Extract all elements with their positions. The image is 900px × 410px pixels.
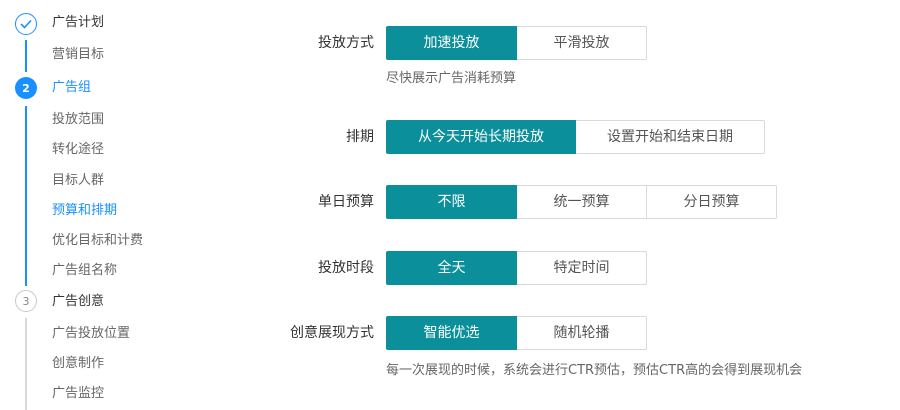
specific-time-button[interactable]: 特定时间	[516, 251, 647, 285]
random-rotation-button[interactable]: 随机轮播	[516, 316, 647, 350]
time-slot-toggle: 全天 特定时间	[386, 251, 647, 285]
creative-display-label: 创意展现方式	[290, 325, 374, 341]
creative-display-hint: 每一次展现的时候，系统会进行CTR预估，预估CTR高的会得到展现机会	[386, 363, 803, 378]
delivery-method-toggle: 加速投放 平滑投放	[386, 26, 647, 60]
nav-item-optimization-billing[interactable]: 优化目标和计费	[52, 233, 143, 249]
nav-item-conversion-path[interactable]: 转化途径	[52, 142, 104, 158]
daily-budget-toggle: 不限 统一预算 分日预算	[386, 185, 777, 219]
nav-item-placement[interactable]: 广告投放位置	[52, 326, 130, 342]
nav-item-marketing-goal[interactable]: 营销目标	[52, 47, 104, 63]
step-connector	[25, 318, 27, 410]
step-2-indicator: 2	[15, 77, 37, 99]
nav-item-delivery-scope[interactable]: 投放范围	[52, 112, 104, 128]
smooth-delivery-button[interactable]: 平滑投放	[516, 26, 647, 60]
unified-budget-button[interactable]: 统一预算	[516, 185, 647, 219]
time-slot-row: 投放时段 全天 特定时间	[230, 251, 890, 285]
per-day-budget-button[interactable]: 分日预算	[646, 185, 777, 219]
creative-display-row: 创意展现方式 智能优选 随机轮播	[230, 316, 890, 350]
smart-select-button[interactable]: 智能优选	[386, 316, 517, 350]
step-3-indicator: 3	[15, 290, 37, 312]
accelerated-delivery-button[interactable]: 加速投放	[386, 26, 517, 60]
nav-item-ad-monitoring[interactable]: 广告监控	[52, 386, 104, 402]
set-date-range-button[interactable]: 设置开始和结束日期	[575, 120, 765, 154]
nav-item-budget-schedule[interactable]: 预算和排期	[52, 203, 117, 219]
nav-item-adgroup-name[interactable]: 广告组名称	[52, 263, 117, 279]
creative-display-toggle: 智能优选 随机轮播	[386, 316, 647, 350]
step-connector	[25, 106, 27, 286]
long-term-delivery-button[interactable]: 从今天开始长期投放	[386, 120, 576, 154]
step-1-indicator	[15, 13, 37, 35]
schedule-row: 排期 从今天开始长期投放 设置开始和结束日期	[230, 120, 890, 154]
daily-budget-row: 单日预算 不限 统一预算 分日预算	[230, 185, 890, 219]
unlimited-budget-button[interactable]: 不限	[386, 185, 517, 219]
step-navigation: 广告计划 营销目标 2 广告组 投放范围 转化途径 目标人群 预算和排期 优化目…	[0, 0, 230, 410]
delivery-method-hint: 尽快展示广告消耗预算	[386, 71, 517, 86]
step-2-title[interactable]: 广告组	[52, 80, 91, 96]
daily-budget-label: 单日预算	[318, 194, 374, 210]
nav-item-target-audience[interactable]: 目标人群	[52, 173, 104, 189]
schedule-toggle: 从今天开始长期投放 设置开始和结束日期	[386, 120, 765, 154]
delivery-method-label: 投放方式	[318, 35, 374, 51]
check-icon	[20, 19, 32, 29]
step-3-title[interactable]: 广告创意	[52, 294, 104, 310]
nav-item-creative-production[interactable]: 创意制作	[52, 356, 104, 372]
delivery-method-row: 投放方式 加速投放 平滑投放	[230, 26, 890, 60]
step-1-title[interactable]: 广告计划	[52, 15, 104, 31]
all-day-button[interactable]: 全天	[386, 251, 517, 285]
schedule-label: 排期	[346, 129, 374, 145]
step-connector	[25, 40, 27, 72]
time-slot-label: 投放时段	[318, 260, 374, 276]
